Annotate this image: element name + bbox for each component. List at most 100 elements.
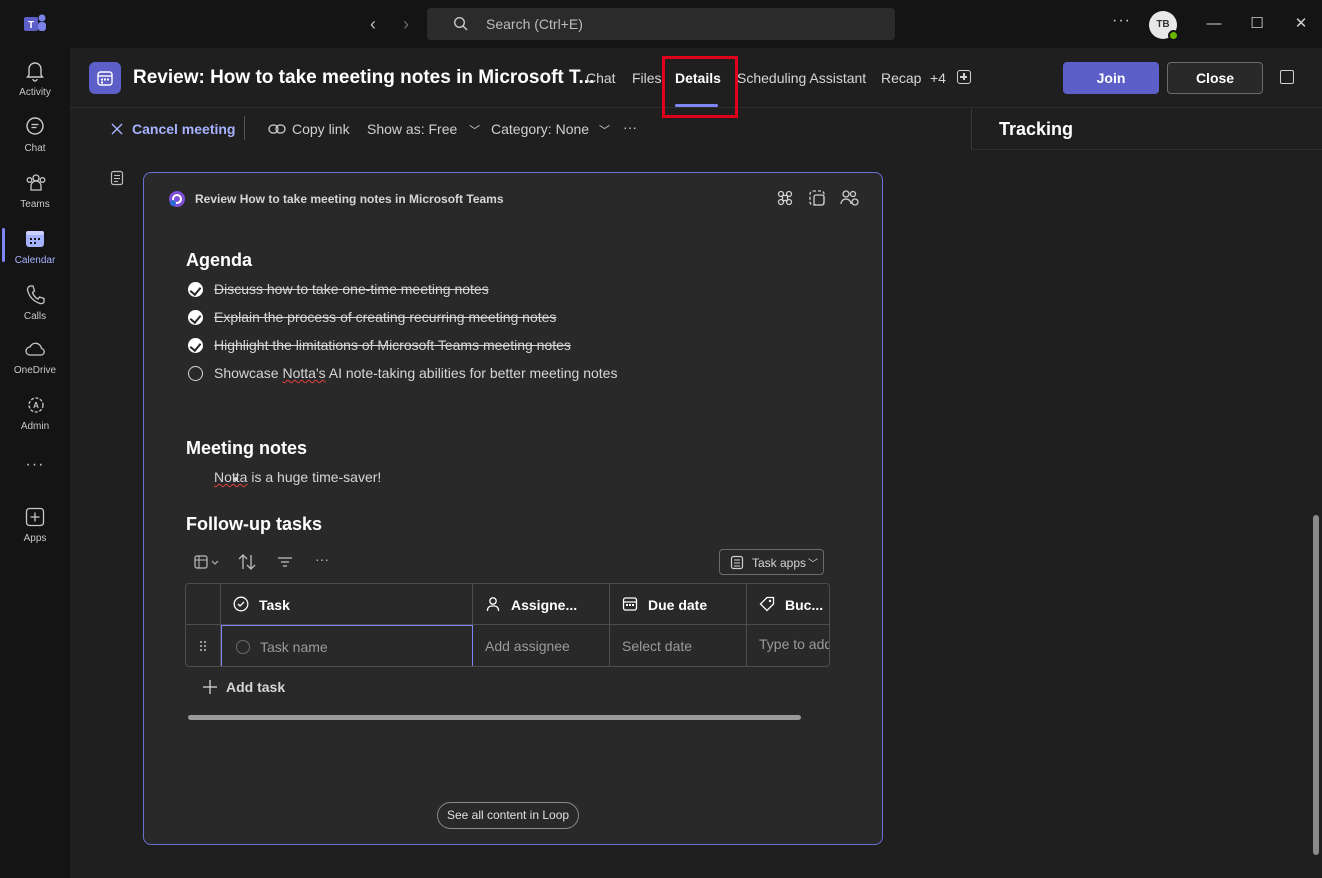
task-table: Task Assigne... Due date Buc... Task nam… xyxy=(185,583,830,667)
avatar-initials: TB xyxy=(1156,19,1170,30)
tab-chat[interactable]: Chat xyxy=(586,70,616,86)
close-window-icon[interactable]: ✕ xyxy=(1291,14,1311,34)
presence-available-icon xyxy=(1168,30,1179,41)
task-name-input[interactable]: Task name xyxy=(221,625,473,666)
table-view-icon[interactable] xyxy=(194,555,222,569)
tab-recap[interactable]: Recap xyxy=(881,70,921,86)
search-placeholder: Search (Ctrl+E) xyxy=(486,16,583,32)
svg-text:T: T xyxy=(28,20,34,31)
filter-icon[interactable] xyxy=(277,556,293,568)
column-header-bucket[interactable]: Buc... xyxy=(747,584,829,625)
horizontal-scrollbar[interactable] xyxy=(188,715,801,720)
add-tab-icon[interactable] xyxy=(957,70,971,84)
rail-item-apps[interactable]: Apps xyxy=(0,500,70,554)
column-header-label: Buc... xyxy=(785,597,824,613)
forward-arrow-icon[interactable]: › xyxy=(396,14,416,34)
rail-item-admin[interactable]: A Admin xyxy=(0,388,70,442)
search-input[interactable]: Search (Ctrl+E) xyxy=(427,8,895,40)
rail-label: Apps xyxy=(23,533,47,544)
people-settings-icon[interactable] xyxy=(840,189,860,207)
show-as-dropdown[interactable]: Show as: Free ﹀ xyxy=(367,121,480,138)
text-part: AI note-taking abilities for better meet… xyxy=(325,365,618,381)
notes-doc-icon[interactable] xyxy=(110,170,124,186)
bucket-placeholder: Type to add xyxy=(759,636,830,652)
table-more-icon[interactable]: ··· xyxy=(315,551,329,567)
copy-link-button[interactable]: Copy link xyxy=(292,121,350,137)
tab-files[interactable]: Files xyxy=(632,70,662,86)
cmd-icon[interactable] xyxy=(776,189,794,207)
avatar[interactable]: TB xyxy=(1149,11,1179,41)
bucket-input[interactable]: Type to add xyxy=(747,625,830,666)
teams-icon xyxy=(26,174,46,191)
add-app-icon xyxy=(25,507,45,527)
drag-handle-icon xyxy=(200,641,206,651)
text-part: Showcase xyxy=(214,365,283,381)
task-list-icon xyxy=(730,555,744,570)
calendar-small-icon xyxy=(622,597,638,611)
rail-item-onedrive[interactable]: OneDrive xyxy=(0,332,70,386)
assignee-input[interactable]: Add assignee xyxy=(473,625,610,666)
see-all-in-loop-button[interactable]: See all content in Loop xyxy=(437,802,579,829)
rail-more-apps[interactable]: ··· xyxy=(0,452,70,482)
copy-component-icon[interactable] xyxy=(808,189,826,207)
svg-text:A: A xyxy=(33,401,39,410)
empty-circle-icon[interactable] xyxy=(188,366,203,381)
more-options-icon[interactable]: ··· xyxy=(623,119,637,135)
pane-divider xyxy=(971,149,1322,150)
column-header-label: Task xyxy=(259,597,290,613)
loop-component-card: Review How to take meeting notes in Micr… xyxy=(143,172,883,845)
checked-circle-icon[interactable] xyxy=(188,310,203,325)
due-date-placeholder: Select date xyxy=(622,638,693,654)
meeting-calendar-icon xyxy=(89,62,121,94)
tab-more[interactable]: +4 xyxy=(930,70,946,86)
rail-item-chat[interactable]: Chat xyxy=(0,110,70,164)
tab-scheduling-assistant[interactable]: Scheduling Assistant xyxy=(737,70,866,86)
rail-item-calls[interactable]: Calls xyxy=(0,278,70,332)
rail-label: Teams xyxy=(20,199,50,210)
add-task-button[interactable]: Add task xyxy=(226,679,285,695)
checked-circle-icon[interactable] xyxy=(188,282,203,297)
task-apps-button[interactable]: Task apps ﹀ xyxy=(719,549,824,575)
link-icon xyxy=(268,124,286,134)
column-header-label: Due date xyxy=(648,597,708,613)
cancel-x-icon xyxy=(111,123,123,135)
due-date-input[interactable]: Select date xyxy=(610,625,747,666)
tracking-heading: Tracking xyxy=(999,119,1074,139)
loop-logo-icon xyxy=(169,191,185,207)
more-icon: ··· xyxy=(25,456,45,473)
rail-item-teams[interactable]: Teams xyxy=(0,166,70,220)
rail-label: Admin xyxy=(20,421,50,432)
rail-label: Activity xyxy=(19,87,51,98)
bell-icon xyxy=(26,62,44,82)
loop-card-title: Review How to take meeting notes in Micr… xyxy=(195,192,504,206)
agenda-item-text: Highlight the limitations of Microsoft T… xyxy=(214,337,571,353)
chevron-down-icon: ﹀ xyxy=(469,125,481,137)
checked-circle-icon[interactable] xyxy=(188,338,203,353)
teams-logo-icon: T xyxy=(24,14,46,31)
vertical-scrollbar[interactable] xyxy=(1313,515,1319,855)
cancel-meeting-button[interactable]: Cancel meeting xyxy=(132,121,235,137)
category-label: Category: None xyxy=(491,121,590,137)
agenda-item-text: Discuss how to take one-time meeting not… xyxy=(214,281,489,297)
column-header-task[interactable]: Task xyxy=(221,584,473,625)
back-arrow-icon[interactable]: ‹ xyxy=(363,14,383,34)
row-drag-handle[interactable] xyxy=(186,625,221,666)
popout-icon[interactable] xyxy=(1280,70,1294,84)
close-button[interactable]: Close xyxy=(1167,62,1263,94)
minimize-icon[interactable]: — xyxy=(1204,14,1224,34)
chat-icon xyxy=(26,117,44,135)
maximize-icon[interactable]: ☐ xyxy=(1247,14,1267,34)
add-icon xyxy=(203,680,217,694)
rail-item-calendar[interactable]: Calendar xyxy=(0,222,70,276)
category-dropdown[interactable]: Category: None ﹀ xyxy=(491,121,610,138)
settings-more-icon[interactable]: ··· xyxy=(1112,12,1131,30)
calendar-icon xyxy=(26,231,44,247)
note-text: Notta is a huge time-saver! xyxy=(214,469,381,485)
column-header-due-date[interactable]: Due date xyxy=(610,584,747,625)
empty-circle-icon xyxy=(236,640,250,654)
rail-item-activity[interactable]: Activity xyxy=(0,54,70,108)
column-header-assignee[interactable]: Assigne... xyxy=(473,584,610,625)
join-button[interactable]: Join xyxy=(1063,62,1159,94)
sort-icon[interactable] xyxy=(237,553,257,571)
show-as-label: Show as: Free xyxy=(367,121,458,137)
